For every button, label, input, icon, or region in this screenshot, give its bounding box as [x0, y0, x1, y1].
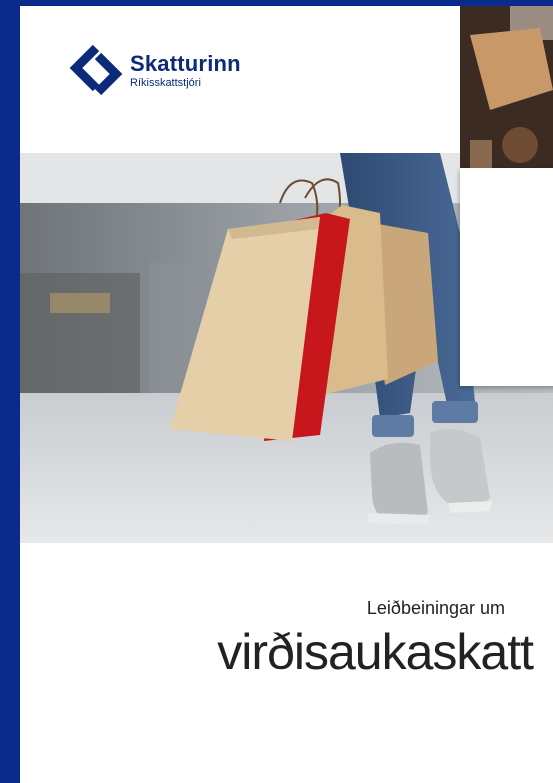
- inset-card: [460, 168, 553, 386]
- document-cover: Skatturinn Ríkisskattstjóri Leiðbeininga…: [20, 6, 553, 783]
- brand-name: Skatturinn: [130, 51, 241, 76]
- cover-title: virðisaukaskatt: [217, 624, 534, 680]
- logo-mark-icon: [69, 44, 123, 96]
- cover-subtitle: Leiðbeiningar um: [366, 598, 505, 618]
- skatturinn-logo: Skatturinn Ríkisskattstjóri: [68, 44, 241, 98]
- brand-subtitle: Ríkisskattstjóri: [130, 77, 201, 89]
- inset-photo: [460, 6, 553, 168]
